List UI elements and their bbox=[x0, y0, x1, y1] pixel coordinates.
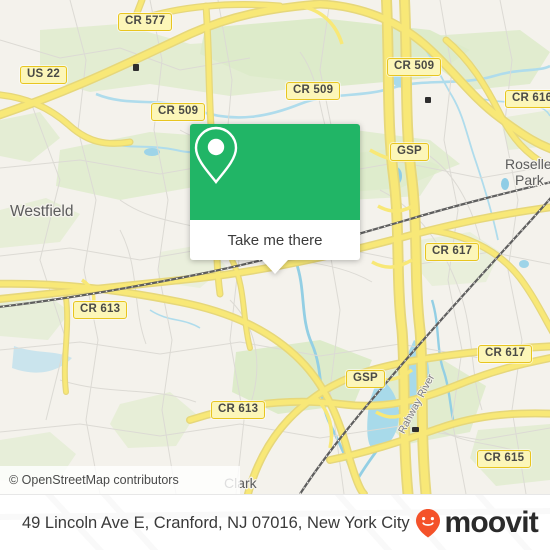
road-shield[interactable]: CR 613 bbox=[211, 401, 266, 419]
map-screen: CR 577 US 22 CR 509 CR 509 CR 509 CR 616… bbox=[0, 0, 550, 550]
map-pin-icon bbox=[194, 126, 238, 184]
road-shield[interactable]: CR 613 bbox=[73, 301, 128, 319]
map-canvas[interactable]: CR 577 US 22 CR 509 CR 509 CR 509 CR 616… bbox=[0, 0, 550, 494]
moovit-wordmark: moovit bbox=[444, 506, 538, 539]
road-shield[interactable]: CR 617 bbox=[425, 243, 480, 261]
place-label-westfield: Westfield bbox=[10, 203, 74, 220]
road-shield[interactable]: CR 509 bbox=[387, 58, 442, 76]
location-popup-card[interactable]: Take me there bbox=[190, 124, 360, 274]
place-label-roselle: Roselle bbox=[505, 156, 550, 172]
road-shield[interactable]: CR 577 bbox=[118, 13, 173, 31]
moovit-brand[interactable]: moovit bbox=[415, 506, 539, 539]
footer-bar: 49 Lincoln Ave E, Cranford, NJ 07016, Ne… bbox=[0, 494, 550, 550]
road-shield[interactable]: CR 509 bbox=[286, 82, 341, 100]
osm-attribution-text: © OpenStreetMap contributors bbox=[9, 473, 179, 487]
road-shield[interactable]: CR 615 bbox=[477, 450, 532, 468]
road-shield[interactable]: CR 616 bbox=[505, 90, 550, 108]
popup-icon-panel bbox=[190, 124, 360, 220]
footer-content: 49 Lincoln Ave E, Cranford, NJ 07016, Ne… bbox=[0, 495, 550, 550]
popup-pointer bbox=[262, 260, 288, 274]
road-shield[interactable]: US 22 bbox=[20, 66, 67, 84]
road-shield[interactable]: GSP bbox=[390, 143, 429, 161]
take-me-there-label: Take me there bbox=[227, 231, 323, 249]
place-label-roselle-park: Park bbox=[515, 172, 544, 188]
road-shield[interactable]: CR 617 bbox=[478, 345, 533, 363]
osm-attribution[interactable]: © OpenStreetMap contributors bbox=[0, 466, 240, 494]
road-shield[interactable]: GSP bbox=[346, 370, 385, 388]
address-label: 49 Lincoln Ave E, Cranford, NJ 07016, Ne… bbox=[22, 513, 410, 532]
popup-action-panel[interactable]: Take me there bbox=[190, 220, 360, 260]
moovit-pin-icon bbox=[416, 509, 441, 538]
road-shield[interactable]: CR 509 bbox=[151, 103, 206, 121]
